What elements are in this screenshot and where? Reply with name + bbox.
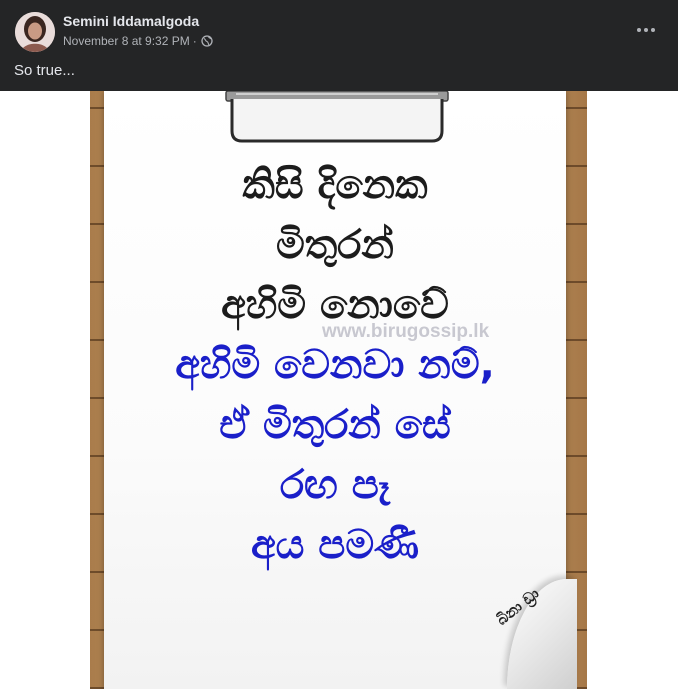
meta-separator: · — [192, 34, 197, 48]
quote-text: කිසි දිනෙක මිතුරන් අහිමි නොවේ අහිමි වෙනව… — [104, 155, 566, 575]
post-header: Semini Iddamalgoda November 8 at 9:32 PM… — [0, 0, 678, 91]
quote-line: කිසි දිනෙක — [242, 162, 428, 208]
watermark-text: www.birugossip.lk — [322, 321, 490, 342]
more-options-button[interactable] — [628, 20, 664, 40]
avatar-photo — [15, 12, 55, 52]
quote-line: අය පමණී — [250, 522, 420, 568]
post-caption: So true... — [14, 62, 75, 79]
more-options-icon — [637, 28, 641, 32]
more-options-dot — [644, 28, 648, 32]
globe-icon[interactable] — [201, 35, 213, 47]
author-avatar[interactable] — [15, 12, 55, 52]
post-timestamp[interactable]: November 8 at 9:32 PM — [63, 34, 190, 48]
quote-line: රඟ පෑ — [280, 462, 390, 508]
author-name[interactable]: Semini Iddamalgoda — [63, 13, 199, 29]
post-image[interactable]: කිසි දිනෙක මිතුරන් අහිමි නොවේ අහිමි වෙනව… — [90, 91, 587, 689]
post-meta: November 8 at 9:32 PM · — [63, 34, 213, 48]
facebook-post: Semini Iddamalgoda November 8 at 9:32 PM… — [0, 0, 678, 689]
more-options-dot — [651, 28, 655, 32]
quote-line: අහිමි වෙනවා නම්, — [175, 342, 495, 388]
clipboard-clip-icon — [225, 91, 449, 143]
quote-line: ඒ මිතුරන් සේ — [219, 402, 451, 448]
quote-line: මිතුරන් — [276, 222, 394, 268]
